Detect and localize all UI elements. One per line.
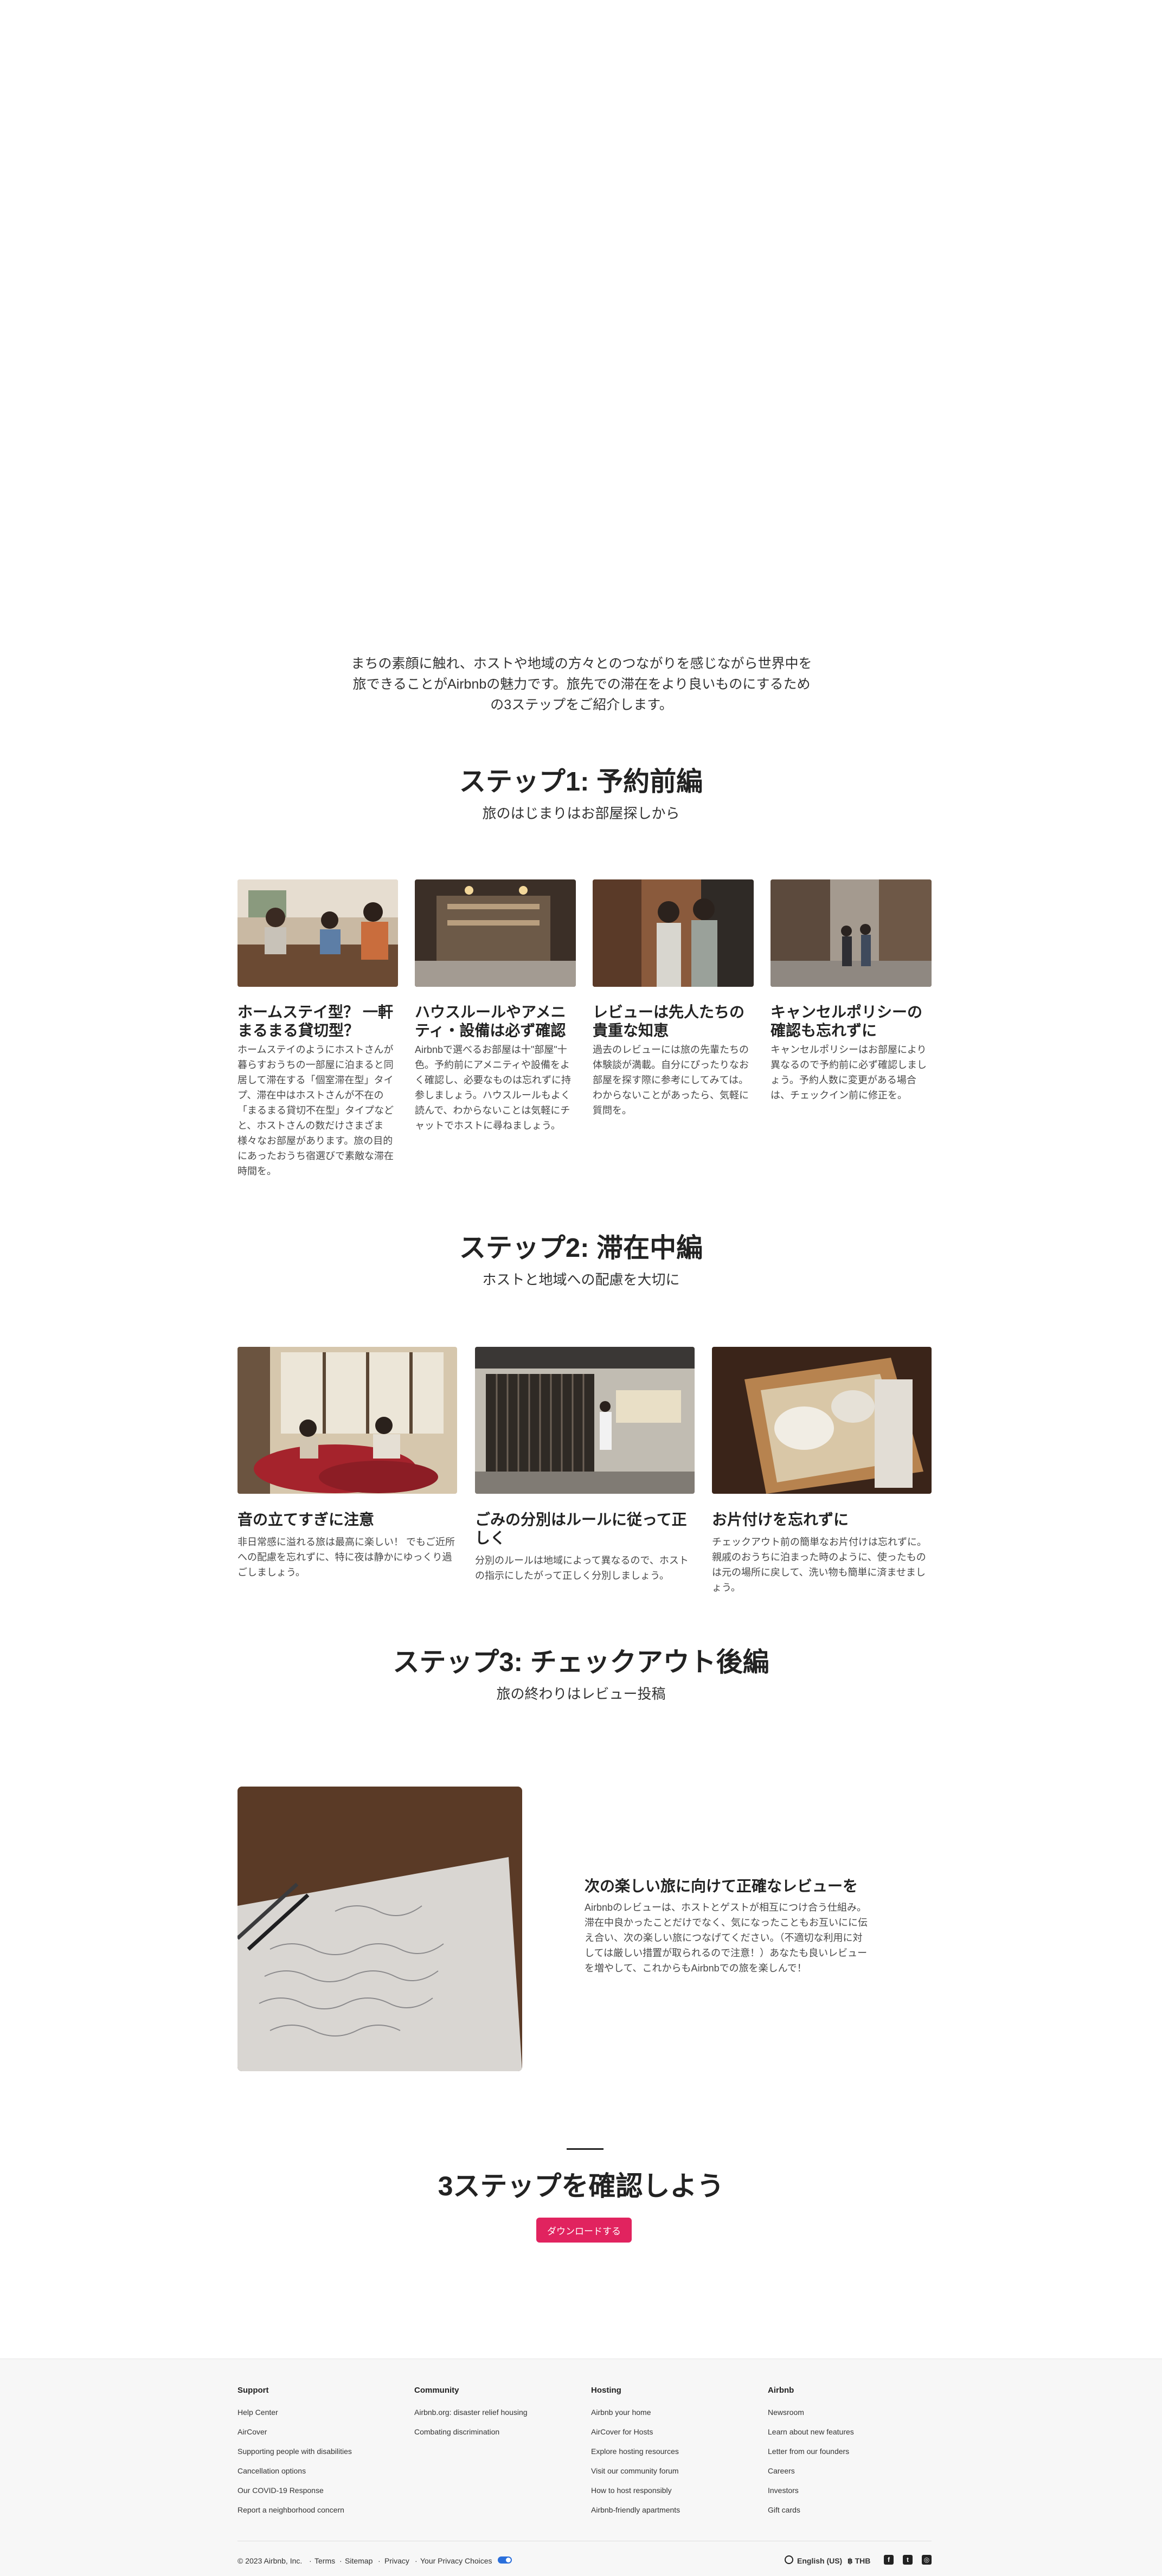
- footer-heading-support: Support: [237, 2386, 269, 2395]
- step1-title: ステップ1: 予約前編: [459, 767, 703, 796]
- footer-link-terms[interactable]: Terms: [314, 2556, 335, 2565]
- step1-card4-text: キャンセルポリシーはお部屋により異なるので予約前に必ず確認しましょう。予約人数に…: [771, 1044, 927, 1101]
- footer-link-airbnb-org[interactable]: Airbnb.org: disaster relief housing: [414, 2408, 528, 2417]
- footer-link-privacy[interactable]: Privacy: [384, 2556, 409, 2565]
- photo-couple: [593, 879, 754, 987]
- cta-title: 3ステップを確認しよう: [438, 2171, 724, 2201]
- footer-link-help-center[interactable]: Help Center: [237, 2408, 278, 2417]
- step1-subtitle: 旅のはじまりはお部屋探しから: [482, 805, 680, 821]
- photo-futon-room: [237, 1347, 457, 1494]
- footer-link-newsroom[interactable]: Newsroom: [768, 2408, 804, 2417]
- photo-kitchen: [415, 879, 576, 987]
- step1-card1-text: ホームステイのようにホストさんが暮らすおうちの一部屋に泊まると同居して滞在する「…: [237, 1044, 394, 1177]
- facebook-icon[interactable]: f: [884, 2555, 894, 2565]
- footer-link-new-features[interactable]: Learn about new features: [768, 2427, 854, 2436]
- download-button[interactable]: ダウンロードする: [536, 2218, 632, 2243]
- footer-link-discrimination[interactable]: Combating discrimination: [414, 2427, 499, 2436]
- step2-card3-title: お片付けを忘れずに: [712, 1511, 849, 1528]
- separator-dot: ·: [378, 2556, 381, 2565]
- section-divider: [567, 2148, 604, 2150]
- copyright: © 2023 Airbnb, Inc.: [237, 2556, 303, 2565]
- footer-link-investors[interactable]: Investors: [768, 2486, 799, 2495]
- language-selector[interactable]: English (US): [797, 2556, 842, 2565]
- footer-heading-airbnb: Airbnb: [768, 2386, 794, 2395]
- step3-card-title: 次の楽しい旅に向けて正確なレビューを: [585, 1878, 858, 1894]
- separator-dot: ·: [309, 2556, 312, 2565]
- globe-icon[interactable]: [785, 2555, 793, 2564]
- separator-dot: ·: [415, 2556, 418, 2565]
- step2-card2-text: 分別のルールは地域によって異なるので、ホストの指示にしたがって正しく分別しましょ…: [475, 1555, 689, 1581]
- instagram-icon[interactable]: ◎: [922, 2555, 932, 2565]
- footer-link-founders-letter[interactable]: Letter from our founders: [768, 2447, 849, 2456]
- footer-link-privacy-choices[interactable]: Your Privacy Choices: [420, 2556, 492, 2565]
- step1-card4-title: キャンセルポリシーの確認も忘れずに: [771, 1004, 923, 1039]
- photo-guestbook: [237, 1787, 522, 2071]
- footer-heading-hosting: Hosting: [591, 2386, 621, 2395]
- step2-card2-title: ごみの分別はルールに従って正しく: [475, 1511, 687, 1546]
- footer-link-aircover[interactable]: AirCover: [237, 2427, 267, 2436]
- footer-link-aircover-hosts[interactable]: AirCover for Hosts: [591, 2427, 653, 2436]
- step2-card1-text: 非日常感に溢れる旅は最高に楽しい！ でもご近所への配慮を忘れずに、特に夜は静かに…: [237, 1537, 455, 1578]
- footer-link-sitemap[interactable]: Sitemap: [345, 2556, 373, 2565]
- step2-card1-title: 音の立てすぎに注意: [237, 1511, 375, 1528]
- step1-card2-text: Airbnbで選べるお部屋は十"部屋"十色。予約前にアメニティや設備をよく確認し…: [415, 1044, 571, 1131]
- footer: [0, 2359, 1162, 2576]
- step1-card2-title: ハウスルールやアメニティ・設備は必ず確認: [415, 1004, 566, 1039]
- step2-subtitle: ホストと地域への配慮を大切に: [482, 1271, 680, 1288]
- footer-link-community-forum[interactable]: Visit our community forum: [591, 2466, 679, 2475]
- photo-townhouse: [475, 1347, 695, 1494]
- footer-link-cancellation[interactable]: Cancellation options: [237, 2466, 306, 2475]
- separator-dot: ·: [339, 2556, 342, 2565]
- footer-link-disabilities[interactable]: Supporting people with disabilities: [237, 2447, 352, 2456]
- footer-link-neighborhood[interactable]: Report a neighborhood concern: [237, 2506, 344, 2514]
- photo-street: [771, 879, 932, 987]
- step1-card3-title: レビューは先人たちの貴重な知恵: [593, 1004, 745, 1039]
- step3-card-text: Airbnbのレビューは、ホストとゲストが相互につけ合う仕組み。滞在中良かったこ…: [585, 1902, 868, 1974]
- footer-link-host-responsibly[interactable]: How to host responsibly: [591, 2486, 672, 2495]
- currency-selector[interactable]: ฿ THB: [848, 2556, 870, 2566]
- step1-card1-title: ホームステイ型？ 一軒まるまる貸切型？: [237, 1004, 393, 1039]
- photo-drawer: [712, 1347, 932, 1494]
- footer-link-hosting-resources[interactable]: Explore hosting resources: [591, 2447, 679, 2456]
- footer-link-airbnb-your-home[interactable]: Airbnb your home: [591, 2408, 651, 2417]
- photo-homestay: [237, 879, 398, 987]
- footer-link-covid[interactable]: Our COVID-19 Response: [237, 2486, 324, 2495]
- privacy-choices-toggle-icon[interactable]: [498, 2556, 512, 2564]
- step3-subtitle: 旅の終わりはレビュー投稿: [496, 1686, 666, 1702]
- step2-title: ステップ2: 滞在中編: [459, 1234, 703, 1263]
- footer-link-careers[interactable]: Careers: [768, 2466, 795, 2475]
- step2-card3-text: チェックアウト前の簡単なお片付けは忘れずに。親戚のおうちに泊まった時のように、使…: [712, 1537, 927, 1593]
- twitter-icon[interactable]: t: [903, 2555, 913, 2565]
- footer-link-gift-cards[interactable]: Gift cards: [768, 2506, 800, 2514]
- step3-title: ステップ3: チェックアウト後編: [393, 1648, 769, 1677]
- footer-heading-community: Community: [414, 2386, 459, 2395]
- footer-link-friendly-apartments[interactable]: Airbnb-friendly apartments: [591, 2506, 680, 2514]
- intro-text: まちの素顔に触れ、ホストや地域の方々とのつながりを感じながら世界中を旅できること…: [351, 656, 812, 712]
- step1-card3-text: 過去のレビューには旅の先輩たちの体験談が満載。自分にぴったりなお部屋を探す際に参…: [593, 1044, 749, 1116]
